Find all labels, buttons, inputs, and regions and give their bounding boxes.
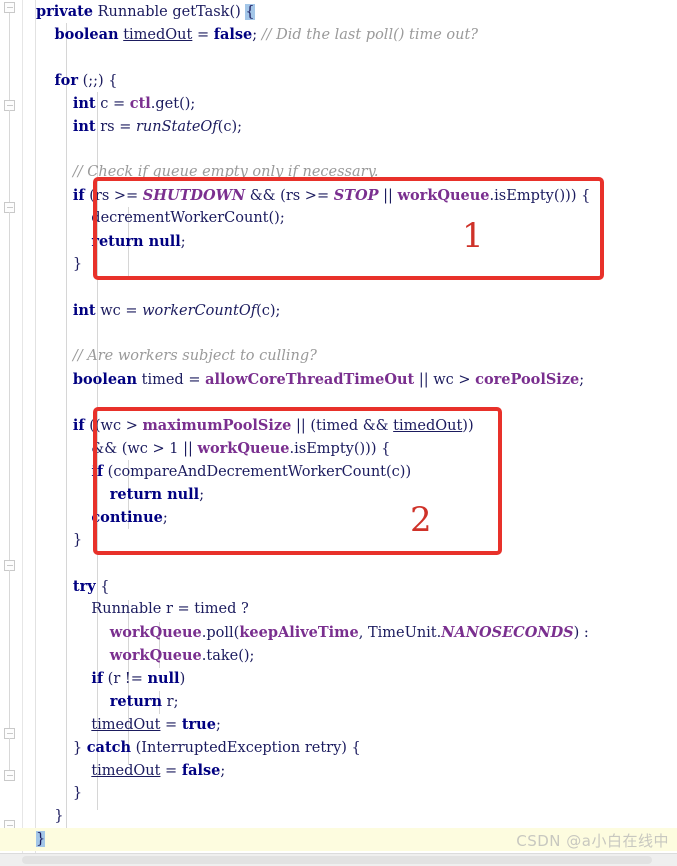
code-line[interactable]: && (wc > 1 || workQueue.isEmpty())) { (0, 437, 677, 460)
code-line[interactable]: } (0, 529, 677, 552)
code-line[interactable]: if (compareAndDecrementWorkerCount(c)) (0, 460, 677, 483)
code-line[interactable] (0, 276, 677, 299)
code-line[interactable]: int wc = workerCountOf(c); (0, 299, 677, 322)
code-line[interactable]: continue; (0, 506, 677, 529)
code-line[interactable] (0, 552, 677, 575)
horizontal-scrollbar-thumb[interactable] (22, 856, 652, 864)
code-line[interactable]: if (r != null) (0, 667, 677, 690)
annotation-label-1: 1 (462, 216, 484, 256)
code-line[interactable]: timedOut = true; (0, 713, 677, 736)
code-line[interactable]: if (rs >= SHUTDOWN && (rs >= STOP || wor… (0, 184, 677, 207)
code-line[interactable]: decrementWorkerCount(); (0, 207, 677, 230)
code-line[interactable]: timedOut = false; (0, 759, 677, 782)
code-line[interactable] (0, 46, 677, 69)
code-line[interactable]: } (0, 782, 677, 805)
code-line[interactable]: for (;;) { (0, 69, 677, 92)
annotation-label-2: 2 (410, 500, 432, 540)
code-line[interactable]: return r; (0, 690, 677, 713)
code-line[interactable]: // Check if queue empty only if necessar… (0, 161, 677, 184)
code-line[interactable]: } catch (InterruptedException retry) { (0, 736, 677, 759)
code-line[interactable]: boolean timed = allowCoreThreadTimeOut |… (0, 368, 677, 391)
code-line[interactable] (0, 138, 677, 161)
code-line[interactable]: } (0, 805, 677, 828)
code-line[interactable]: return null; (0, 230, 677, 253)
code-editor[interactable]: private Runnable getTask() { boolean tim… (0, 0, 677, 866)
code-line[interactable]: private Runnable getTask() { (0, 0, 677, 23)
watermark: CSDN @a小白在线中 (516, 832, 669, 850)
code-line[interactable]: workQueue.poll(keepAliveTime, TimeUnit.N… (0, 621, 677, 644)
code-line[interactable]: if ((wc > maximumPoolSize || (timed && t… (0, 414, 677, 437)
code-line[interactable]: // Are workers subject to culling? (0, 345, 677, 368)
code-line[interactable] (0, 322, 677, 345)
code-line[interactable]: } (0, 253, 677, 276)
code-line[interactable] (0, 391, 677, 414)
code-line[interactable]: try { (0, 575, 677, 598)
code-line[interactable]: return null; (0, 483, 677, 506)
code-line[interactable]: workQueue.take(); (0, 644, 677, 667)
horizontal-scrollbar[interactable] (0, 853, 677, 866)
code-line[interactable]: boolean timedOut = false; // Did the las… (0, 23, 677, 46)
code-line[interactable]: int rs = runStateOf(c); (0, 115, 677, 138)
code-line[interactable]: int c = ctl.get(); (0, 92, 677, 115)
code-surface[interactable]: private Runnable getTask() { boolean tim… (0, 0, 677, 853)
code-line[interactable]: Runnable r = timed ? (0, 598, 677, 621)
